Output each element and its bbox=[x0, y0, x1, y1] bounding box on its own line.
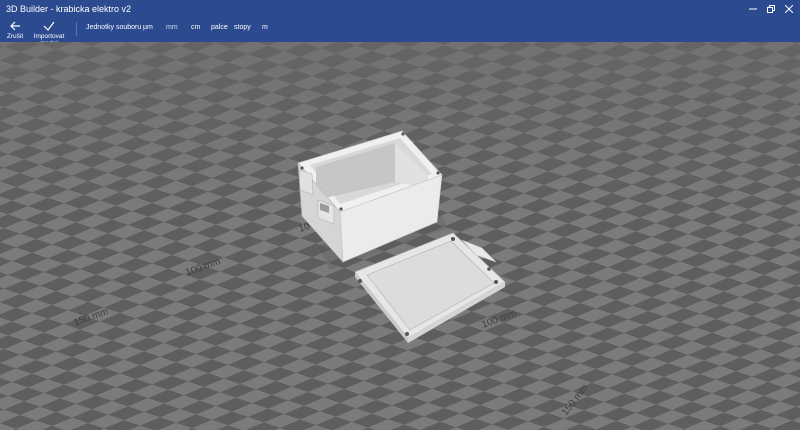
close-icon bbox=[785, 5, 793, 13]
toolbar-divider bbox=[76, 22, 77, 36]
maximize-icon bbox=[767, 5, 775, 13]
unit-feet[interactable]: stopy bbox=[234, 24, 251, 31]
unit-centimeter[interactable]: cm bbox=[191, 24, 200, 31]
cancel-button[interactable]: Zrušit bbox=[4, 20, 26, 40]
checkmark-icon bbox=[43, 21, 55, 31]
window-title: 3D Builder - krabicka elektro v2 bbox=[6, 4, 132, 14]
unit-millimeter[interactable]: mm bbox=[166, 24, 178, 31]
cancel-label: Zrušit bbox=[6, 33, 24, 40]
unit-inches[interactable]: palce bbox=[211, 24, 228, 31]
back-arrow-icon bbox=[10, 21, 20, 31]
unit-meter[interactable]: m bbox=[262, 24, 268, 31]
3d-viewport[interactable]: 100 mm 100 mm 150 mm 100 mm 150 mm bbox=[0, 42, 800, 430]
close-button[interactable] bbox=[778, 0, 800, 18]
title-bar: 3D Builder - krabicka elektro v2 bbox=[0, 0, 800, 18]
toolbar: Zrušit Importovat model Jednotky souboru… bbox=[0, 18, 800, 47]
file-units-label: Jednotky souboru bbox=[86, 24, 142, 31]
minimize-icon bbox=[749, 8, 757, 10]
unit-micrometer[interactable]: µm bbox=[143, 24, 153, 31]
